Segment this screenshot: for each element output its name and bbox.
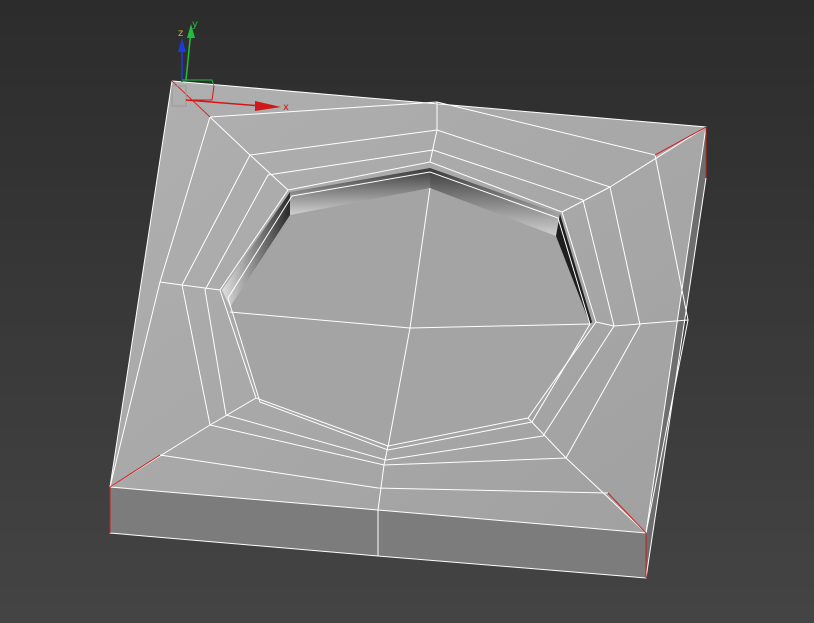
viewport[interactable]: x y z: [0, 0, 814, 623]
model-scene[interactable]: x y z: [0, 0, 814, 623]
x-axis-label: x: [283, 102, 289, 113]
z-axis-arrow[interactable]: [178, 38, 186, 52]
y-axis-label: y: [192, 19, 198, 30]
z-axis-label: z: [178, 28, 183, 39]
